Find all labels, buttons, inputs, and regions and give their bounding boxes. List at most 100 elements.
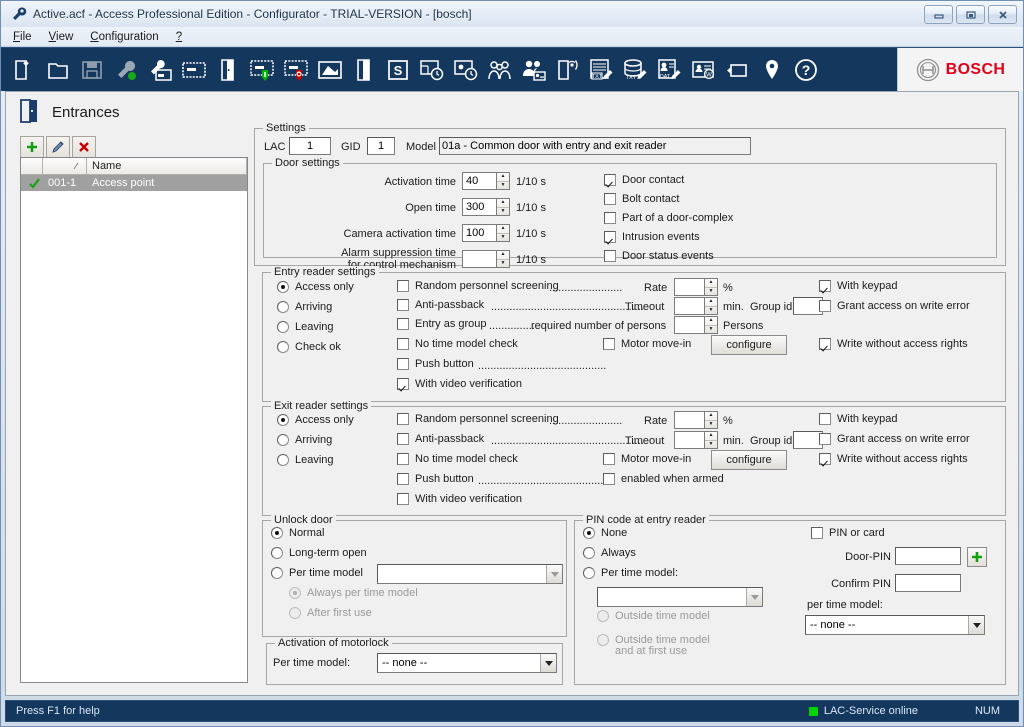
radio-unlock-per-time-model[interactable]: Per time model — [271, 567, 363, 579]
card-personnel-icon[interactable] — [143, 52, 177, 88]
add-pin-button[interactable] — [967, 547, 987, 567]
save-disk-icon[interactable] — [75, 52, 109, 88]
floorplan-clock-icon[interactable] — [415, 52, 449, 88]
persons-card-icon[interactable] — [517, 52, 551, 88]
column-header-name[interactable]: Name — [87, 158, 247, 174]
checkbox-exit-no-time-model[interactable]: No time model check — [397, 453, 518, 465]
checkbox-exit-push-button[interactable]: Push button — [397, 473, 474, 485]
checkbox-pin-or-card[interactable]: PIN or card — [811, 527, 885, 539]
radio-pin-outside-time-model[interactable]: Outside time model — [597, 610, 710, 622]
checkbox-door-contact[interactable]: Door contact — [604, 174, 684, 186]
exit-rate-buttons[interactable]: ▲ ▼ — [704, 411, 718, 429]
open-folder-icon[interactable] — [41, 52, 75, 88]
checkbox-entry-no-time-model[interactable]: No time model check — [397, 338, 518, 350]
location-pin-icon[interactable] — [755, 52, 789, 88]
activation-time-stepper[interactable]: 40 ▲ ▼ — [462, 172, 510, 190]
radio-exit-access-only[interactable]: Access only — [277, 414, 354, 426]
checkbox-bolt-contact[interactable]: Bolt contact — [604, 193, 679, 205]
camera-activation-time-value[interactable]: 100 — [462, 224, 496, 242]
pin-time-model-combo[interactable] — [597, 587, 763, 607]
unlock-time-model-combo[interactable] — [377, 564, 563, 584]
radio-always-per-time-model[interactable]: Always per time model — [289, 587, 418, 599]
area-map-icon[interactable] — [313, 52, 347, 88]
checkbox-exit-random-screening[interactable]: Random personnel screening — [397, 413, 559, 425]
exit-rate-value[interactable] — [674, 411, 704, 429]
txt-report-edit-icon[interactable]: TXT — [585, 52, 619, 88]
entry-timeout-stepper[interactable]: ▲ ▼ — [674, 297, 718, 315]
exit-configure-button[interactable]: configure — [711, 450, 787, 470]
checkbox-exit-motor-move-in[interactable]: Motor move-in — [603, 453, 691, 465]
door-model-icon[interactable] — [347, 52, 381, 88]
door-pin-field[interactable] — [895, 547, 961, 565]
entry-rate-value[interactable] — [674, 278, 704, 296]
txt-export-edit-icon[interactable]: TXT — [619, 52, 653, 88]
column-header-id[interactable] — [43, 158, 87, 174]
close-button[interactable] — [988, 5, 1017, 24]
checkbox-exit-video-verification[interactable]: With video verification — [397, 493, 522, 505]
checkbox-entry-video-verification[interactable]: With video verification — [397, 378, 522, 390]
checkbox-exit-enabled-when-armed[interactable]: enabled when armed — [603, 473, 724, 485]
checkbox-entry-with-keypad[interactable]: With keypad — [819, 280, 898, 292]
checkbox-entry-motor-move-in[interactable]: Motor move-in — [603, 338, 691, 350]
checkbox-entry-push-button[interactable]: Push button — [397, 358, 474, 370]
alarm-suppression-buttons[interactable]: ▲ ▼ — [496, 250, 510, 268]
add-entrance-button[interactable] — [20, 136, 44, 157]
wireless-door-icon[interactable] — [551, 52, 585, 88]
checkbox-exit-anti-passback[interactable]: Anti-passback — [397, 433, 484, 445]
activation-time-value[interactable]: 40 — [462, 172, 496, 190]
open-time-stepper[interactable]: 300 ▲ ▼ — [462, 198, 510, 216]
gid-field[interactable]: 1 — [367, 137, 395, 155]
radio-unlock-long-term-open[interactable]: Long-term open — [271, 547, 367, 559]
edit-entrance-button[interactable] — [46, 136, 70, 157]
entry-persons-buttons[interactable]: ▲ ▼ — [704, 316, 718, 334]
checkbox-exit-grant-access-write-error[interactable]: Grant access on write error — [819, 433, 970, 445]
wrench-settings-icon[interactable] — [109, 52, 143, 88]
card-w-icon[interactable]: W — [687, 52, 721, 88]
calendar-clock-icon[interactable] — [449, 52, 483, 88]
entry-persons-stepper[interactable]: ▲ ▼ — [674, 316, 718, 334]
video-camera-icon[interactable] — [721, 52, 755, 88]
checkbox-entry-anti-passback[interactable]: Anti-passback — [397, 299, 484, 311]
help-question-icon[interactable]: ? — [789, 52, 823, 88]
column-header-status[interactable] — [21, 158, 43, 174]
radio-entry-arriving[interactable]: Arriving — [277, 301, 332, 313]
persons-group-icon[interactable] — [483, 52, 517, 88]
menu-configuration[interactable]: Configuration — [90, 30, 167, 44]
chevron-down-icon[interactable] — [968, 616, 984, 634]
lac-field[interactable]: 1 — [289, 137, 331, 155]
door-icon[interactable] — [211, 52, 245, 88]
delete-entrance-button[interactable] — [72, 136, 96, 157]
menu-view[interactable]: View — [49, 30, 83, 44]
restore-button[interactable] — [956, 5, 985, 24]
entry-persons-value[interactable] — [674, 316, 704, 334]
confirm-pin-field[interactable] — [895, 574, 961, 592]
new-file-icon[interactable] — [7, 52, 41, 88]
checkbox-part-of-door-complex[interactable]: Part of a door-complex — [604, 212, 733, 224]
entry-timeout-buttons[interactable]: ▲ ▼ — [704, 297, 718, 315]
radio-pin-none[interactable]: None — [583, 527, 627, 539]
checkbox-entry-grant-access-write-error[interactable]: Grant access on write error — [819, 300, 970, 312]
signature-s-icon[interactable]: S — [381, 52, 415, 88]
exit-rate-stepper[interactable]: ▲ ▼ — [674, 411, 718, 429]
radio-exit-arriving[interactable]: Arriving — [277, 434, 332, 446]
radio-pin-per-time-model[interactable]: Per time model: — [583, 567, 678, 579]
entry-rate-buttons[interactable]: ▲ ▼ — [704, 278, 718, 296]
checkbox-intrusion-events[interactable]: Intrusion events — [604, 231, 700, 243]
open-time-value[interactable]: 300 — [462, 198, 496, 216]
model-field[interactable]: 01a - Common door with entry and exit re… — [439, 137, 751, 155]
checkbox-door-status-events[interactable]: Door status events — [604, 250, 714, 262]
menu-help[interactable]: ? — [176, 30, 191, 44]
chevron-down-icon[interactable] — [546, 565, 562, 583]
camera-activation-time-buttons[interactable]: ▲ ▼ — [496, 224, 510, 242]
checkbox-exit-write-without-rights[interactable]: Write without access rights — [819, 453, 968, 465]
radio-pin-always[interactable]: Always — [583, 547, 636, 559]
checkbox-entry-as-group[interactable]: Entry as group — [397, 318, 487, 330]
card-entry-green-icon[interactable] — [245, 52, 279, 88]
checkbox-entry-write-without-rights[interactable]: Write without access rights — [819, 338, 968, 350]
card-exit-red-icon[interactable] — [279, 52, 313, 88]
radio-exit-leaving[interactable]: Leaving — [277, 454, 334, 466]
checkbox-exit-with-keypad[interactable]: With keypad — [819, 413, 898, 425]
radio-entry-access-only[interactable]: Access only — [277, 281, 354, 293]
chevron-down-icon[interactable] — [540, 654, 556, 672]
radio-after-first-use[interactable]: After first use — [289, 607, 372, 619]
